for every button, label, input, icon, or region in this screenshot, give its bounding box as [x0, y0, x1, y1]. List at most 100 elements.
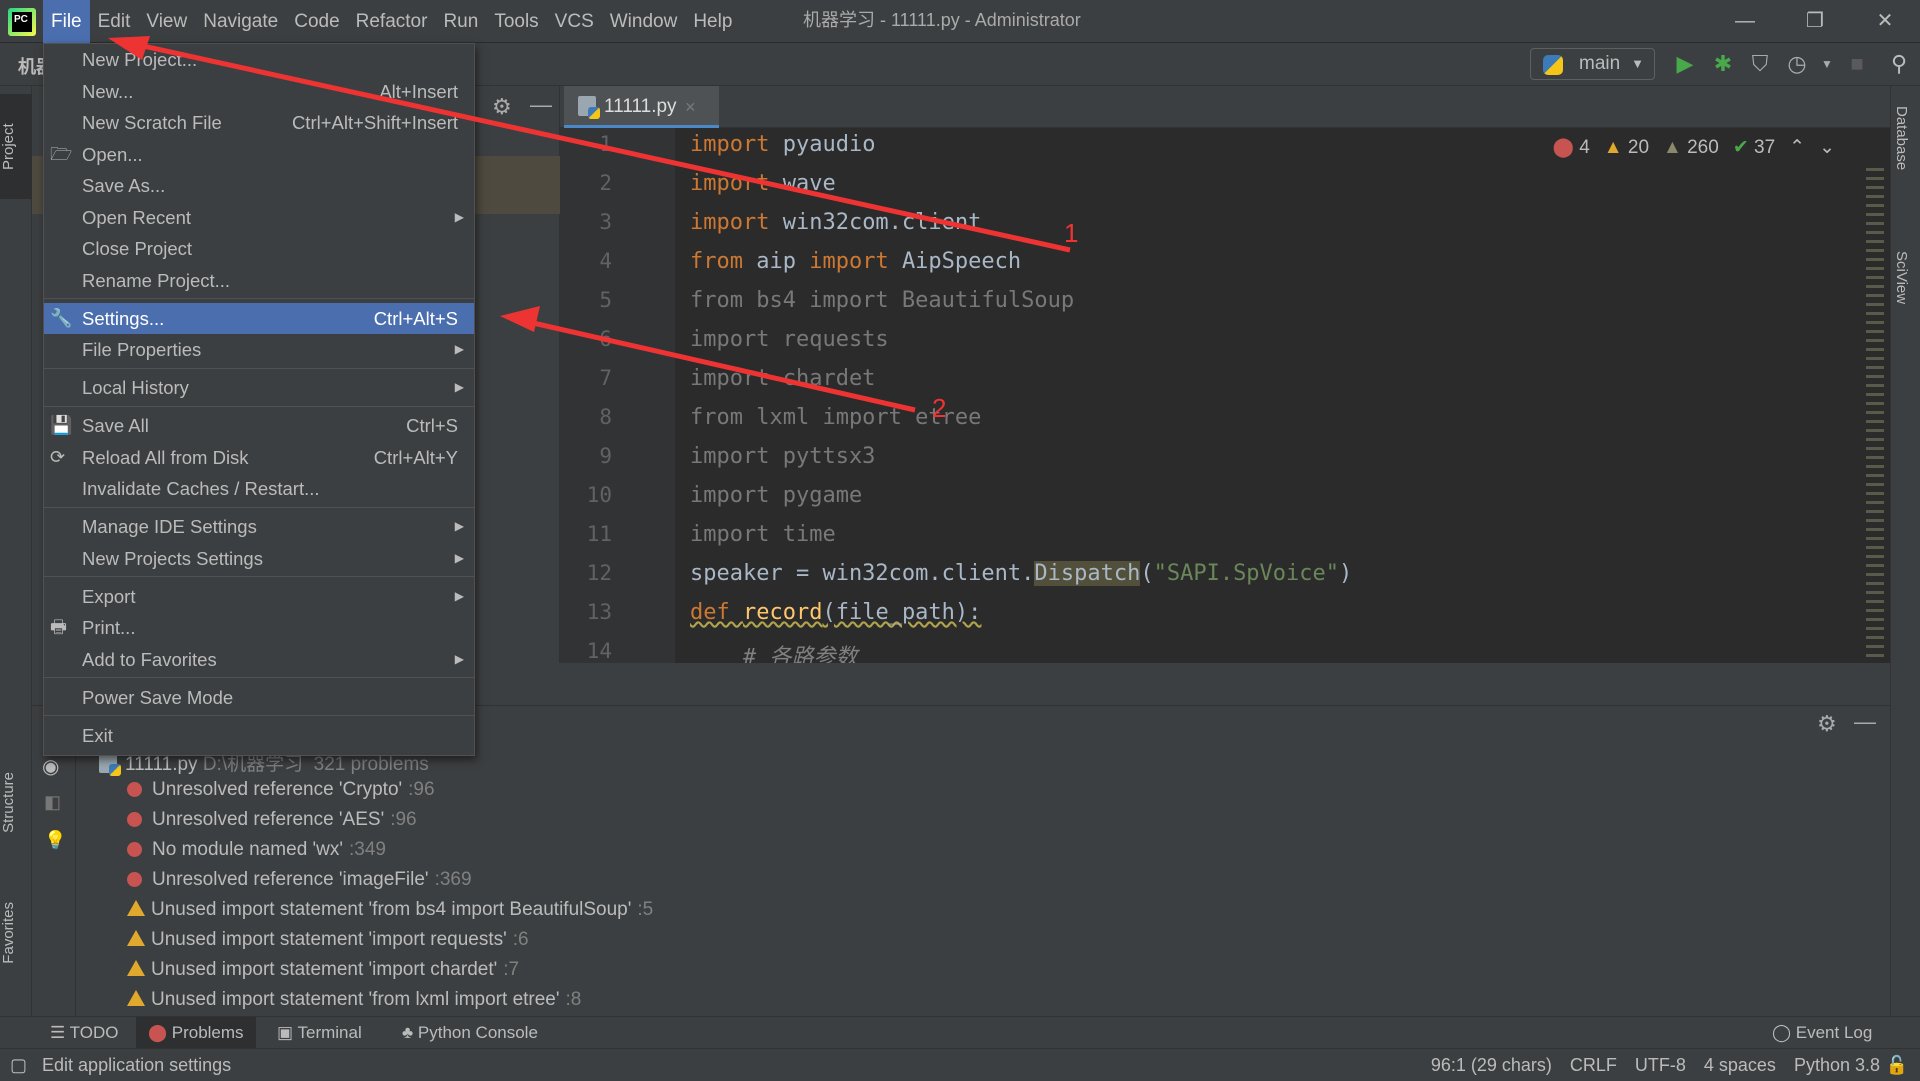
- menu-item-reload-all-from-disk[interactable]: ⟳ Reload All from Disk Ctrl+Alt+Y: [44, 442, 474, 474]
- window-title: 机器学习 - 11111.py - Administrator: [803, 10, 1081, 30]
- python-interpreter[interactable]: Python 3.8: [1794, 1049, 1880, 1081]
- code-line[interactable]: import win32com.client: [690, 210, 981, 235]
- code-line[interactable]: import pygame: [690, 483, 862, 508]
- indent-setting[interactable]: 4 spaces: [1704, 1049, 1776, 1081]
- menu-refactor[interactable]: Refactor: [348, 0, 436, 43]
- code-line[interactable]: from aip import AipSpeech: [690, 249, 1021, 274]
- menu-vcs[interactable]: VCS: [547, 0, 602, 43]
- sciview-tool-tab[interactable]: SciView: [1893, 251, 1910, 304]
- menu-item-rename-project[interactable]: Rename Project...: [44, 265, 474, 297]
- close-tab-icon[interactable]: ✕: [685, 99, 697, 115]
- hide-panel-icon[interactable]: —: [1854, 709, 1876, 735]
- run-config-select[interactable]: main ▼: [1530, 48, 1655, 80]
- line-separator[interactable]: CRLF: [1570, 1049, 1617, 1081]
- menu-navigate[interactable]: Navigate: [195, 0, 286, 43]
- menu-view[interactable]: View: [138, 0, 195, 43]
- menu-item-close-project[interactable]: Close Project: [44, 233, 474, 265]
- problem-item[interactable]: Unused import statement 'from lxml impor…: [127, 989, 581, 1011]
- error-stripe[interactable]: [1866, 168, 1884, 658]
- menu-item-new-scratch-file[interactable]: New Scratch File Ctrl+Alt+Shift+Insert: [44, 107, 474, 139]
- problem-item[interactable]: Unused import statement 'import requests…: [127, 929, 529, 951]
- next-problem-icon[interactable]: ⌄: [1819, 136, 1835, 159]
- code-line[interactable]: def record(file_path):: [690, 600, 981, 625]
- project-tool-tab[interactable]: Project: [0, 94, 32, 199]
- menu-item-save-as[interactable]: Save As...: [44, 170, 474, 202]
- search-icon[interactable]: ⚲: [1884, 49, 1914, 79]
- menu-code[interactable]: Code: [286, 0, 347, 43]
- problem-item[interactable]: Unused import statement 'from bs4 import…: [127, 899, 653, 921]
- menu-item-settings[interactable]: 🔧 Settings... Ctrl+Alt+S: [44, 302, 474, 334]
- status-toggle-icon[interactable]: ▢: [10, 1055, 27, 1075]
- menu-item-manage-ide-settings[interactable]: Manage IDE Settings ▶: [44, 511, 474, 543]
- structure-tool-tab[interactable]: Structure: [0, 766, 32, 839]
- gear-icon[interactable]: ⚙: [492, 94, 512, 120]
- menu-item-local-history[interactable]: Local History ▶: [44, 372, 474, 404]
- problem-item[interactable]: Unresolved reference 'imageFile':369: [127, 869, 472, 891]
- menu-help[interactable]: Help: [685, 0, 740, 43]
- favorites-tool-tab[interactable]: Favorites: [0, 896, 32, 970]
- menu-item-save-all[interactable]: 💾 Save All Ctrl+S: [44, 410, 474, 442]
- menu-item-add-to-favorites[interactable]: Add to Favorites ▶: [44, 644, 474, 676]
- submenu-arrow-icon: ▶: [454, 209, 464, 224]
- python-console-tab[interactable]: ♣ Python Console: [390, 1017, 550, 1049]
- problems-tab[interactable]: ⬤ Problems: [136, 1017, 256, 1049]
- menu-tools[interactable]: Tools: [486, 0, 546, 43]
- menu-item-power-save-mode[interactable]: Power Save Mode: [44, 682, 474, 714]
- code-line[interactable]: import chardet: [690, 366, 875, 391]
- lightbulb-icon[interactable]: 💡: [44, 830, 66, 851]
- menu-item-file-properties[interactable]: File Properties ▶: [44, 334, 474, 366]
- debug-icon[interactable]: ✱: [1708, 49, 1738, 79]
- code-line[interactable]: import time: [690, 522, 836, 547]
- menu-item-print[interactable]: 🖶 Print...: [44, 612, 474, 644]
- event-log-tab[interactable]: ◯ Event Log: [1760, 1017, 1884, 1049]
- gear-icon[interactable]: ⚙: [1817, 711, 1837, 737]
- terminal-tab[interactable]: ▣ Terminal: [265, 1017, 374, 1049]
- hide-panel-icon[interactable]: —: [530, 92, 552, 118]
- problem-item[interactable]: Unresolved reference 'AES':96: [127, 809, 417, 831]
- menu-run[interactable]: Run: [435, 0, 486, 43]
- code-line[interactable]: import wave: [690, 171, 836, 196]
- preview-icon[interactable]: ◧: [44, 792, 61, 813]
- restore-button[interactable]: ❐: [1785, 0, 1845, 43]
- lock-icon[interactable]: 🔓: [1886, 1049, 1908, 1081]
- error-icon: [127, 812, 142, 827]
- menu-item-exit[interactable]: Exit: [44, 720, 474, 752]
- code-line[interactable]: import pyttsx3: [690, 444, 875, 469]
- menu-item-export[interactable]: Export ▶: [44, 581, 474, 613]
- close-button[interactable]: ✕: [1855, 0, 1915, 43]
- previous-problem-icon[interactable]: ⌃: [1789, 136, 1805, 159]
- database-tool-tab[interactable]: Database: [1893, 106, 1910, 170]
- error-icon: ⬤: [1552, 137, 1574, 158]
- problem-item[interactable]: Unresolved reference 'Crypto':96: [127, 779, 435, 801]
- menu-window[interactable]: Window: [602, 0, 686, 43]
- code-editor[interactable]: 1 import pyaudio 2 import wave 3 import win32…: [560, 128, 1890, 663]
- menu-file[interactable]: File: [43, 0, 90, 43]
- code-line[interactable]: from bs4 import BeautifulSoup: [690, 288, 1074, 313]
- inspection-widget[interactable]: ⬤ 4 ▲ 20 ▲ 260 ✔ 37 ⌃ ⌄: [1553, 136, 1835, 159]
- menu-item-new-project[interactable]: New Project...: [44, 44, 474, 76]
- profile-icon[interactable]: ◷: [1782, 49, 1812, 79]
- stop-icon[interactable]: ■: [1842, 49, 1872, 79]
- menu-item-open[interactable]: 🗁 Open...: [44, 139, 474, 171]
- minimize-button[interactable]: —: [1715, 0, 1775, 43]
- coverage-icon[interactable]: ⛉: [1745, 49, 1775, 79]
- code-line[interactable]: speaker = win32com.client.Dispatch("SAPI…: [690, 561, 1352, 586]
- todo-tab[interactable]: ☰ TODO: [38, 1017, 130, 1049]
- eye-icon[interactable]: ◉: [42, 754, 59, 779]
- more-run-options-icon[interactable]: ▼: [1812, 49, 1842, 79]
- code-line[interactable]: # 各路参数: [690, 639, 858, 663]
- menu-item-new-projects-settings[interactable]: New Projects Settings ▶: [44, 543, 474, 575]
- code-line[interactable]: from lxml import etree: [690, 405, 981, 430]
- problem-item[interactable]: Unused import statement 'import chardet'…: [127, 959, 519, 981]
- run-icon[interactable]: ▶: [1670, 49, 1700, 79]
- menu-item-new[interactable]: New... Alt+Insert: [44, 76, 474, 108]
- menu-edit[interactable]: Edit: [90, 0, 139, 43]
- file-encoding[interactable]: UTF-8: [1635, 1049, 1686, 1081]
- code-line[interactable]: import requests: [690, 327, 889, 352]
- caret-position[interactable]: 96:1 (29 chars): [1431, 1049, 1552, 1081]
- problem-item[interactable]: No module named 'wx':349: [127, 839, 386, 861]
- tab-11111-py[interactable]: 11111.py ✕: [564, 86, 719, 128]
- menu-item-open-recent[interactable]: Open Recent ▶: [44, 202, 474, 234]
- menu-item-invalidate-caches-restart[interactable]: Invalidate Caches / Restart...: [44, 473, 474, 505]
- code-line[interactable]: import pyaudio: [690, 132, 875, 157]
